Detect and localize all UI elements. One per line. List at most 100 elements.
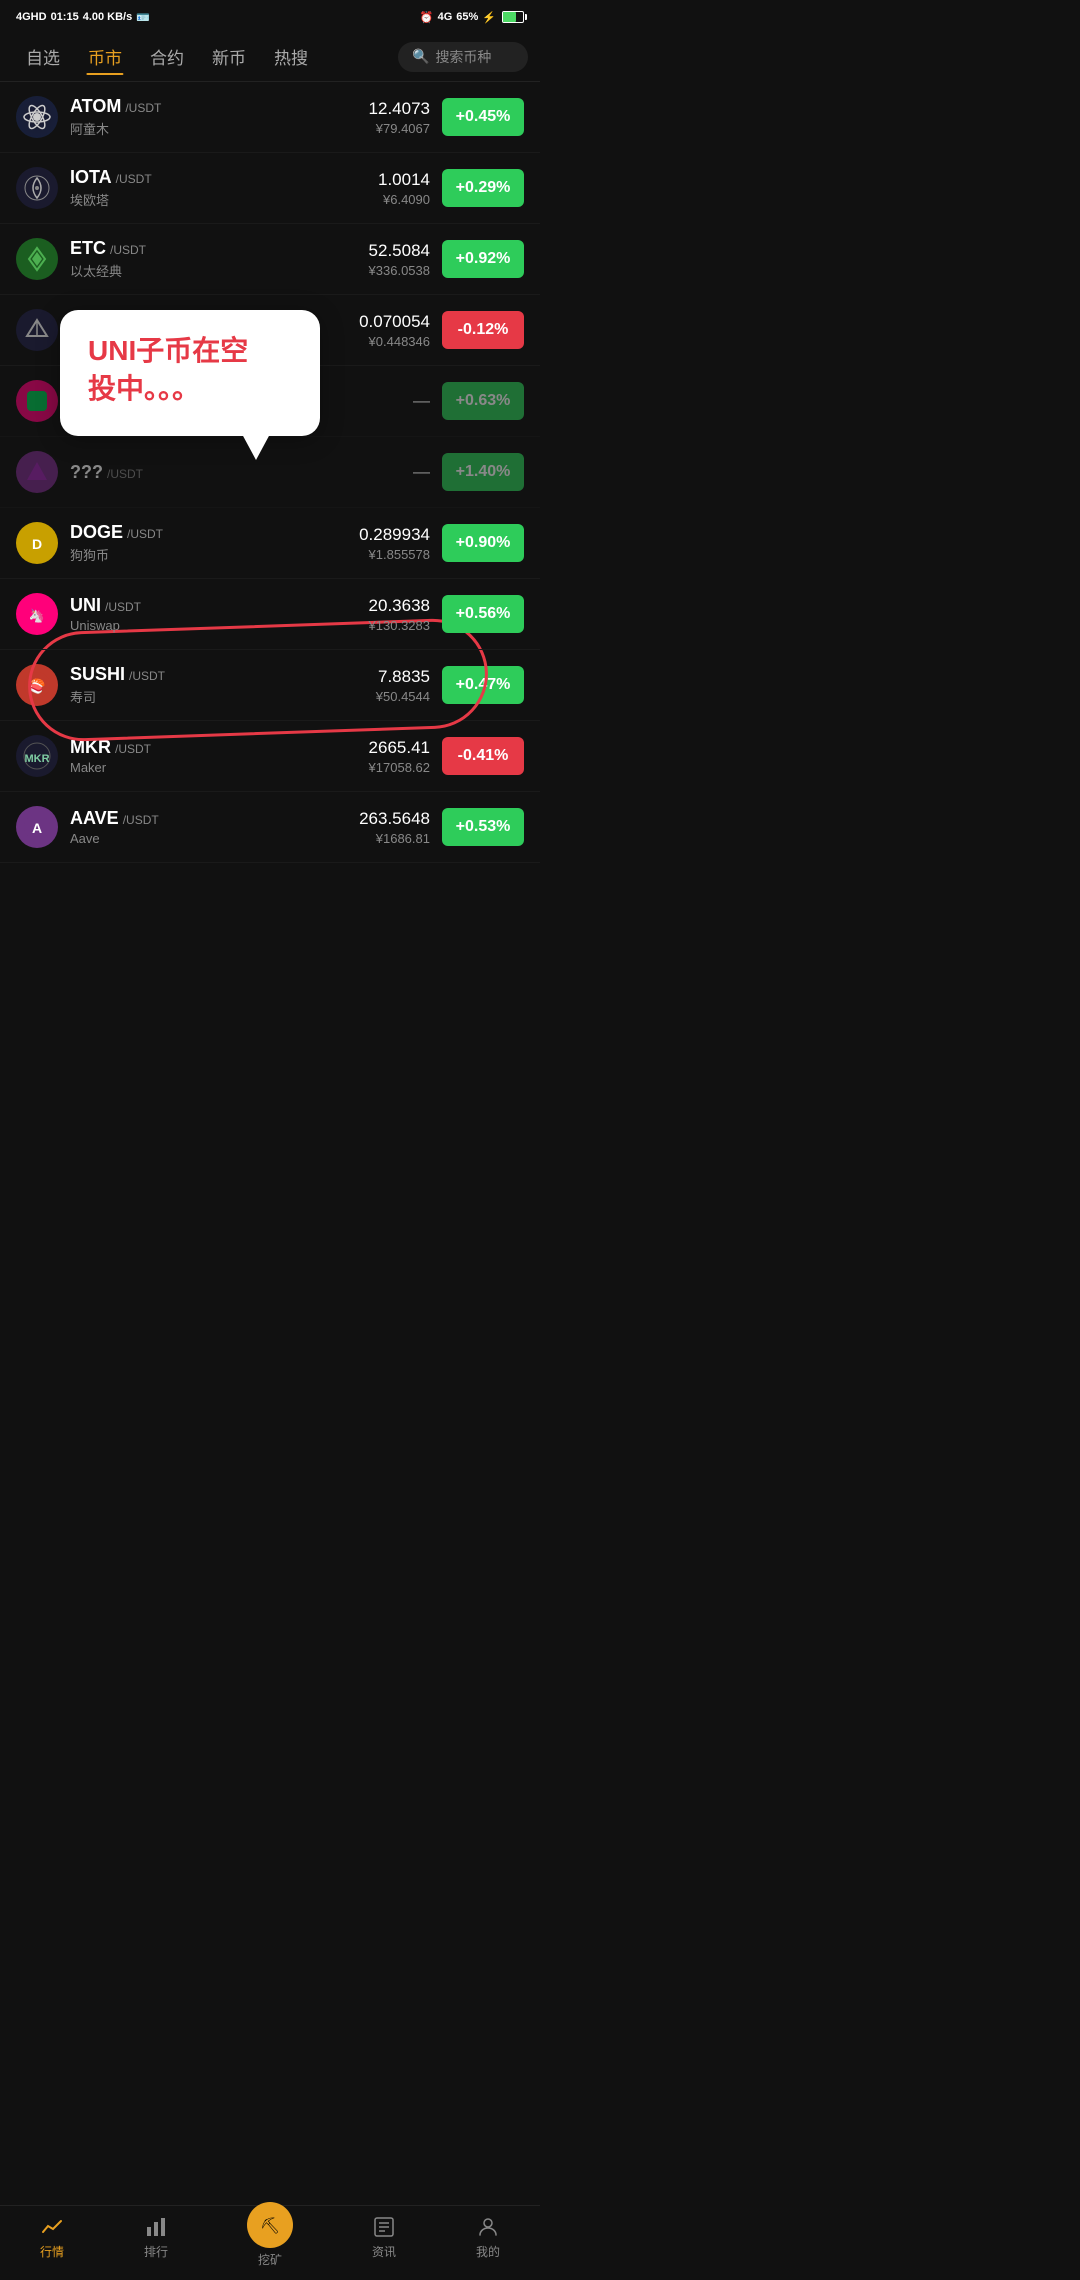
mkr-cname: Maker xyxy=(70,760,357,775)
tab-hotsearch[interactable]: 热搜 xyxy=(260,40,322,73)
etc-price-cny: ¥336.0538 xyxy=(369,263,430,278)
nav-market[interactable]: 行情 xyxy=(39,2214,65,2268)
etc-info: ETC /USDT 以太经典 xyxy=(70,238,357,280)
uni-price: 20.3638 ¥130.3283 xyxy=(369,596,430,633)
coin-row-doge[interactable]: D DOGE /USDT 狗狗币 0.289934 ¥1.855578 +0.9… xyxy=(0,508,540,579)
sushi-price-usd: 7.8835 xyxy=(376,667,430,687)
trx-change: -0.12% xyxy=(442,311,524,349)
tab-contract[interactable]: 合约 xyxy=(136,40,198,73)
rank-icon xyxy=(143,2214,169,2240)
iota-price: 1.0014 ¥6.4090 xyxy=(378,170,430,207)
sushi-info: SUSHI /USDT 寿司 xyxy=(70,664,364,706)
svg-text:🦄: 🦄 xyxy=(29,608,45,623)
uni-price-usd: 20.3638 xyxy=(369,596,430,616)
iota-price-cny: ¥6.4090 xyxy=(378,192,430,207)
doge-price-cny: ¥1.855578 xyxy=(359,547,430,562)
search-box[interactable]: 🔍 搜索币种 xyxy=(398,42,528,72)
mkr-price-usd: 2665.41 xyxy=(369,738,430,758)
atom-price: 12.4073 ¥79.4067 xyxy=(369,99,430,136)
aave-cname: Aave xyxy=(70,831,347,846)
mining-icon: ⛏ xyxy=(247,2202,293,2248)
doge-price: 0.289934 ¥1.855578 xyxy=(359,525,430,562)
iota-symbol: IOTA xyxy=(70,167,112,188)
coin-row-uni[interactable]: 🦄 UNI /USDT Uniswap 20.3638 ¥130.3283 +0… xyxy=(0,579,540,650)
coin-row-mkr[interactable]: MKR MKR /USDT Maker 2665.41 ¥17058.62 -0… xyxy=(0,721,540,792)
time: 01:15 xyxy=(51,11,79,23)
charging-icon: ⚡ xyxy=(482,11,496,24)
mkr-icon: MKR xyxy=(16,735,58,777)
etc-icon xyxy=(16,238,58,280)
svg-text:🍣: 🍣 xyxy=(28,677,45,695)
coin-row-hidden2[interactable]: ??? /USDT — +1.40% xyxy=(0,437,540,508)
hidden2-info: ??? /USDT xyxy=(70,462,401,483)
iota-change: +0.29% xyxy=(442,169,524,207)
nav-news[interactable]: 资讯 xyxy=(371,2214,397,2268)
etc-price-usd: 52.5084 xyxy=(369,241,430,261)
atom-cname: 阿童木 xyxy=(70,119,357,138)
sushi-cname: 寿司 xyxy=(70,687,364,706)
nav-rank-label: 排行 xyxy=(144,2243,168,2260)
nav-mining[interactable]: ⛏ 挖矿 xyxy=(247,2214,293,2268)
sushi-pair: /USDT xyxy=(129,669,165,683)
nav-rank[interactable]: 排行 xyxy=(143,2214,169,2268)
coin-row-etc[interactable]: ETC /USDT 以太经典 52.5084 ¥336.0538 +0.92% xyxy=(0,224,540,295)
doge-icon: D xyxy=(16,522,58,564)
svg-text:⛏: ⛏ xyxy=(260,2217,280,2235)
coin-row-atom[interactable]: ATOM /USDT 阿童木 12.4073 ¥79.4067 +0.45% xyxy=(0,82,540,153)
uni-info: UNI /USDT Uniswap xyxy=(70,595,357,633)
nav-news-label: 资讯 xyxy=(372,2243,396,2260)
trx-icon xyxy=(16,309,58,351)
aave-price: 263.5648 ¥1686.81 xyxy=(359,809,430,846)
uni-change: +0.56% xyxy=(442,595,524,633)
coin-row-sushi[interactable]: 🍣 SUSHI /USDT 寿司 7.8835 ¥50.4544 +0.47% xyxy=(0,650,540,721)
etc-symbol: ETC xyxy=(70,238,106,259)
matic-hidden-icon xyxy=(16,451,58,493)
iota-pair: /USDT xyxy=(116,172,152,186)
tab-newcoin[interactable]: 新币 xyxy=(198,40,260,73)
sushi-price-cny: ¥50.4544 xyxy=(376,689,430,704)
network-type: 4GHD xyxy=(16,11,47,23)
unicoin-hidden-icon xyxy=(16,380,58,422)
tab-zixuan[interactable]: 自选 xyxy=(12,40,74,73)
market-icon xyxy=(39,2214,65,2240)
doge-change: +0.90% xyxy=(442,524,524,562)
tab-bimarket[interactable]: 币市 xyxy=(74,40,136,73)
status-bar: 4GHD 01:15 4.00 KB/s 🪪 ⏰ 4G 65% ⚡ xyxy=(0,0,540,32)
sim-icon: 🪪 xyxy=(136,11,150,24)
svg-text:A: A xyxy=(32,820,42,836)
tooltip-bubble: UNI子币在空 投中。。。 xyxy=(60,310,320,436)
status-left: 4GHD 01:15 4.00 KB/s 🪪 xyxy=(16,11,150,24)
4g-icon: 4G xyxy=(438,11,453,23)
aave-price-cny: ¥1686.81 xyxy=(359,831,430,846)
etc-change: +0.92% xyxy=(442,240,524,278)
atom-price-usd: 12.4073 xyxy=(369,99,430,119)
status-right: ⏰ 4G 65% ⚡ xyxy=(420,11,524,24)
battery-percent: 65% xyxy=(456,11,478,23)
svg-text:MKR: MKR xyxy=(24,753,49,765)
tooltip-line2: 投中。。。 xyxy=(88,370,292,408)
atom-icon xyxy=(16,96,58,138)
aave-pair: /USDT xyxy=(123,813,159,827)
etc-price: 52.5084 ¥336.0538 xyxy=(369,241,430,278)
doge-pair: /USDT xyxy=(127,527,163,541)
aave-change: +0.53% xyxy=(442,808,524,846)
iota-price-usd: 1.0014 xyxy=(378,170,430,190)
mkr-symbol: MKR xyxy=(70,737,111,758)
atom-pair: /USDT xyxy=(125,101,161,115)
uni-icon: 🦄 xyxy=(16,593,58,635)
sushi-symbol: SUSHI xyxy=(70,664,125,685)
mine-icon xyxy=(475,2214,501,2240)
doge-info: DOGE /USDT 狗狗币 xyxy=(70,522,347,564)
bottom-nav: 行情 排行 ⛏ 挖矿 资讯 我的 xyxy=(0,2205,540,2280)
doge-price-usd: 0.289934 xyxy=(359,525,430,545)
uni-symbol: UNI xyxy=(70,595,101,616)
coin-row-aave[interactable]: A AAVE /USDT Aave 263.5648 ¥1686.81 +0.5… xyxy=(0,792,540,863)
tooltip-line1: UNI子币在空 xyxy=(88,332,292,370)
coin-row-iota[interactable]: IOTA /USDT 埃欧塔 1.0014 ¥6.4090 +0.29% xyxy=(0,153,540,224)
nav-mine-label: 我的 xyxy=(476,2243,500,2260)
doge-cname: 狗狗币 xyxy=(70,545,347,564)
aave-symbol: AAVE xyxy=(70,808,119,829)
mkr-price: 2665.41 ¥17058.62 xyxy=(369,738,430,775)
nav-mine[interactable]: 我的 xyxy=(475,2214,501,2268)
nav-tabs: 自选 币市 合约 新币 热搜 🔍 搜索币种 xyxy=(0,32,540,82)
